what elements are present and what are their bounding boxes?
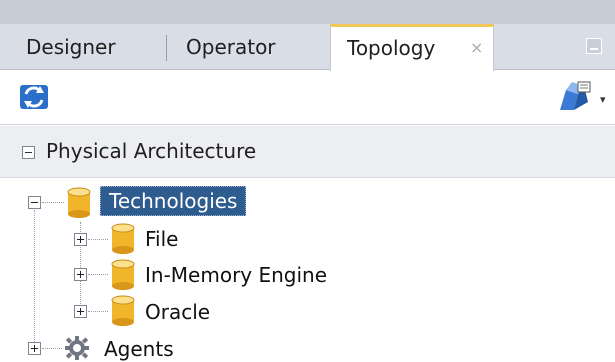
expand-toggle-file[interactable] [74, 233, 87, 246]
topology-tree: Technologies File In-Memory Engine Oracl… [0, 178, 615, 362]
tree-connector [42, 348, 62, 349]
connect-icon[interactable] [556, 80, 596, 114]
tab-separator [166, 35, 167, 61]
tab-operator[interactable]: Operator [186, 24, 276, 70]
tree-node-technologies[interactable]: Technologies [100, 186, 247, 216]
tab-bar: Designer Operator Topology × [0, 0, 615, 71]
database-icon [111, 259, 135, 290]
tab-designer[interactable]: Designer [26, 24, 116, 70]
tree-connector [34, 210, 35, 346]
database-icon [67, 187, 91, 218]
tab-topology[interactable]: Topology × [330, 24, 494, 71]
physical-architecture-header[interactable]: Physical Architecture [0, 126, 615, 178]
expand-toggle-oracle[interactable] [74, 305, 87, 318]
expand-toggle-in-memory-engine[interactable] [74, 268, 87, 281]
toolbar: ▾ [0, 71, 615, 125]
chevron-down-icon[interactable]: ▾ [600, 93, 606, 106]
tree-connector [88, 311, 108, 312]
tab-topology-label: Topology [347, 36, 436, 60]
tree-node-oracle[interactable]: Oracle [145, 298, 210, 326]
section-title: Physical Architecture [46, 139, 257, 163]
window-top-strip [0, 0, 615, 24]
tree-connector [88, 239, 108, 240]
gear-icon [65, 336, 89, 360]
tree-connector [88, 274, 108, 275]
database-icon [111, 295, 135, 326]
tree-node-in-memory-engine[interactable]: In-Memory Engine [145, 261, 327, 289]
close-icon[interactable]: × [470, 27, 483, 69]
tree-connector [42, 202, 64, 203]
collapse-icon[interactable] [22, 146, 35, 159]
collapse-toggle-technologies[interactable] [28, 196, 41, 209]
tree-node-file[interactable]: File [145, 225, 178, 253]
minimize-icon[interactable] [586, 38, 602, 54]
expand-toggle-agents[interactable] [28, 342, 41, 355]
refresh-icon[interactable] [16, 82, 52, 112]
tree-node-agents[interactable]: Agents [104, 335, 174, 362]
database-icon [111, 223, 135, 254]
